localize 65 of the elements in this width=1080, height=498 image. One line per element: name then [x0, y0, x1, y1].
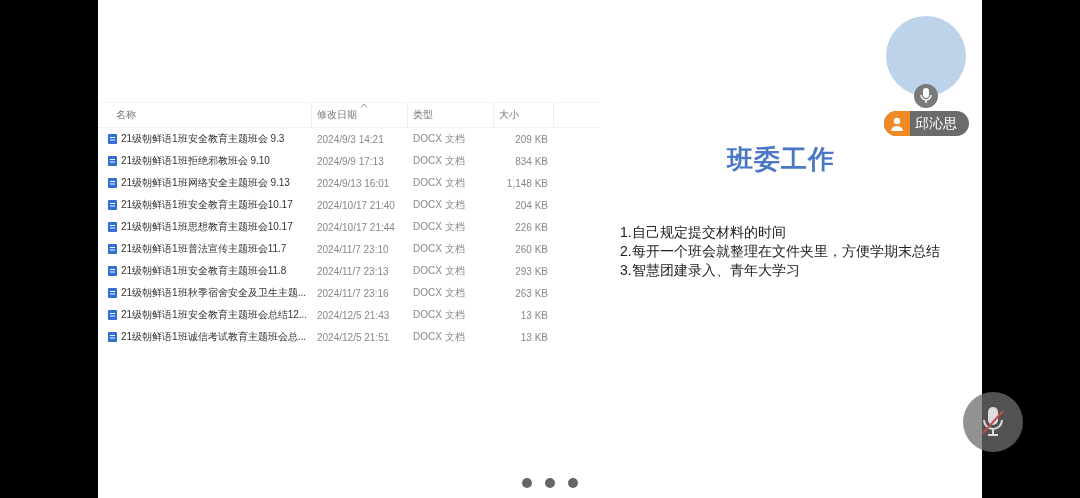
column-header[interactable]: 修改日期: [312, 103, 408, 127]
type-cell-text: DOCX 文档: [412, 132, 466, 146]
document-icon: [108, 266, 117, 276]
type-cell-text: DOCX 文档: [412, 330, 466, 344]
size-cell-text: 293 KB: [514, 265, 548, 277]
document-icon: [108, 200, 117, 210]
file-name[interactable]: 21级朝鲜语1班网络安全主题班会 9.13: [98, 176, 312, 190]
date-cell-text: 2024/9/3 14:21: [316, 133, 385, 145]
bullet-point: 1.自己规定提交材料的时间: [620, 223, 787, 242]
document-icon: [108, 332, 117, 342]
document-icon: [108, 156, 117, 166]
type-cell-text: DOCX 文档: [412, 220, 466, 234]
size-cell-text: 13 KB: [519, 331, 548, 343]
file-name[interactable]: 21级朝鲜语1班诚信考试教育主题班会总...: [98, 330, 312, 344]
size-cell-text: 834 KB: [514, 155, 548, 167]
date-cell-text: 2024/9/13 16:01: [316, 177, 391, 189]
file-name[interactable]: 21级朝鲜语1班安全教育主题班会10.17: [98, 198, 312, 212]
type-cell-text: DOCX 文档: [412, 286, 466, 300]
page-dot[interactable]: [568, 478, 578, 488]
column-header[interactable]: 大小: [494, 103, 554, 127]
size-cell-text: 1,148 KB: [505, 177, 548, 189]
size-cell-text: 226 KB: [514, 221, 548, 233]
document-icon: [108, 178, 117, 188]
type-cell-text: DOCX 文档: [412, 154, 466, 168]
document-icon: [108, 222, 117, 232]
file-name[interactable]: 21级朝鲜语1班普法宣传主题班会11.7: [98, 242, 312, 256]
document-icon: [108, 310, 117, 320]
date-cell-text: 2024/11/7 23:16: [316, 287, 390, 299]
date-cell-text: 2024/12/5 21:51: [316, 331, 391, 343]
column-header[interactable]: 类型: [408, 103, 494, 127]
file-name[interactable]: 21级朝鲜语1班安全教育主题班会总结12...: [98, 308, 312, 322]
date-cell-text: 2024/11/7 23:10: [316, 243, 390, 255]
bullet-point: 2.每开一个班会就整理在文件夹里，方便学期末总结: [620, 242, 941, 261]
date-cell-text: 2024/9/9 17:13: [316, 155, 385, 167]
type-cell-text: DOCX 文档: [412, 176, 466, 190]
type-cell-text: DOCX 文档: [412, 198, 466, 212]
file-name[interactable]: 21级朝鲜语1班拒绝邪教班会 9.10: [98, 154, 312, 168]
slide-title: 班委工作: [727, 143, 835, 176]
date-cell-text: 2024/12/5 21:43: [316, 309, 391, 321]
date-cell-text: 2024/11/7 23:13: [316, 265, 390, 277]
page-dot[interactable]: [522, 478, 532, 488]
document-icon: [108, 134, 117, 144]
type-cell-text: DOCX 文档: [412, 308, 466, 322]
person-icon: [884, 111, 910, 136]
size-cell-text: 263 KB: [514, 287, 548, 299]
page-dot[interactable]: [545, 478, 555, 488]
date-cell-text: 2024/10/17 21:44: [316, 221, 396, 233]
microphone-muted-icon: [979, 405, 1007, 439]
file-name[interactable]: 21级朝鲜语1班安全教育主题班会 9.3: [98, 132, 312, 146]
type-cell-text: DOCX 文档: [412, 264, 466, 278]
mute-button[interactable]: [963, 392, 1023, 452]
file-name[interactable]: 21级朝鲜语1班思想教育主题班会10.17: [98, 220, 312, 234]
participant-name-tag: 邱沁思: [884, 111, 969, 136]
document-icon: [108, 288, 117, 298]
bullet-point: 3.智慧团建录入、青年大学习: [620, 261, 801, 280]
file-name[interactable]: 21级朝鲜语1班安全教育主题班会11.8: [98, 264, 312, 278]
size-cell-text: 260 KB: [514, 243, 548, 255]
type-cell-text: DOCX 文档: [412, 242, 466, 256]
column-header[interactable]: 名称: [98, 103, 312, 127]
size-cell-text: 13 KB: [519, 309, 548, 321]
file-name[interactable]: 21级朝鲜语1班秋季宿舍安全及卫生主题...: [98, 286, 312, 300]
size-cell-text: 209 KB: [514, 133, 548, 145]
date-cell-text: 2024/10/17 21:40: [316, 199, 396, 211]
size-cell-text: 204 KB: [514, 199, 548, 211]
document-icon: [108, 244, 117, 254]
